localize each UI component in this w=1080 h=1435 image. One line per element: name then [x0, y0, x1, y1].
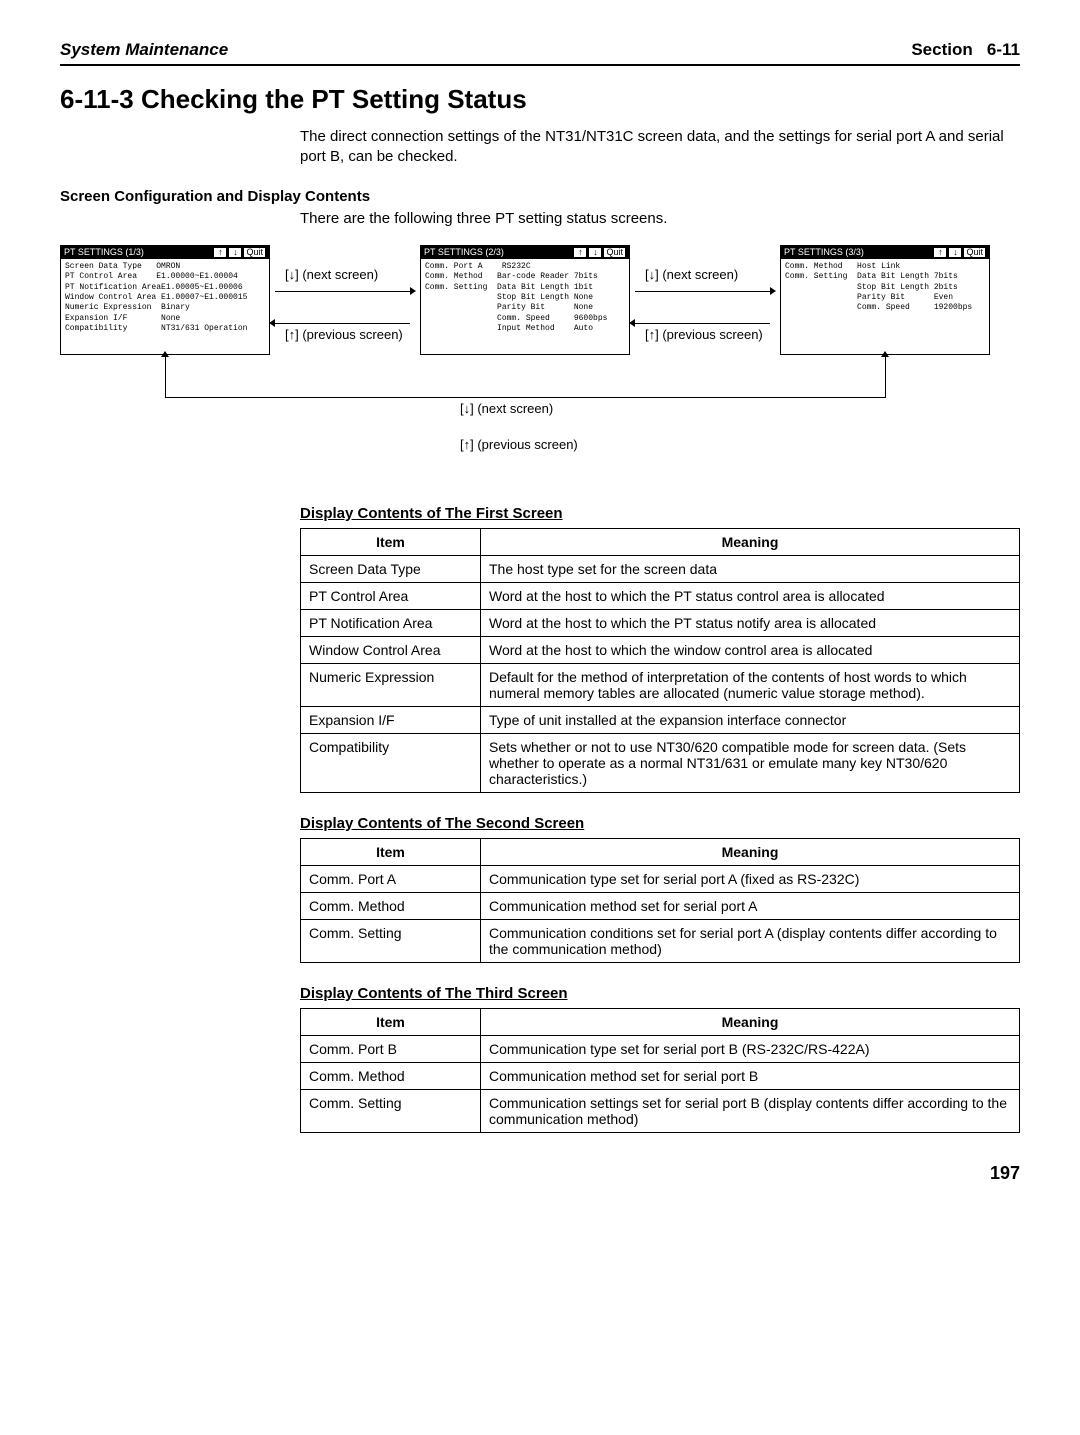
section-label: Section	[911, 40, 972, 59]
cell-item: Comm. Setting	[301, 919, 481, 962]
table-row: PT Notification AreaWord at the host to …	[301, 609, 1020, 636]
table-third: Item Meaning Comm. Port BCommunication t…	[300, 1008, 1020, 1133]
cell-meaning: Communication type set for serial port B…	[481, 1035, 1020, 1062]
cell-item: Comm. Port A	[301, 865, 481, 892]
table-row: Comm. MethodCommunication method set for…	[301, 892, 1020, 919]
table2-head-meaning: Meaning	[481, 838, 1020, 865]
cell-meaning: Word at the host to which the window con…	[481, 636, 1020, 663]
next-center-label: [↓] (next screen)	[460, 401, 553, 416]
screen-1: PT SETTINGS (1/3) ↑ ↓ Quit Screen Data T…	[60, 245, 270, 355]
cell-meaning: Default for the method of interpretation…	[481, 663, 1020, 706]
config-heading: Screen Configuration and Display Content…	[60, 188, 1020, 205]
up-arrow-icon[interactable]: ↑	[933, 247, 947, 258]
cell-item: Comm. Method	[301, 892, 481, 919]
bracket-v3	[885, 357, 886, 397]
table-row: Comm. Port ACommunication type set for s…	[301, 865, 1020, 892]
config-intro: There are the following three PT setting…	[300, 209, 1020, 229]
section-number: 6-11	[987, 40, 1020, 59]
table1-title: Display Contents of The First Screen	[300, 505, 1020, 522]
cell-item: PT Control Area	[301, 582, 481, 609]
table-row: Numeric ExpressionDefault for the method…	[301, 663, 1020, 706]
table3-title: Display Contents of The Third Screen	[300, 985, 1020, 1002]
quit-button[interactable]: Quit	[243, 247, 266, 258]
up-arrow-icon[interactable]: ↑	[573, 247, 587, 258]
screen2-body: Comm. Port A RS232C Comm. Method Bar-cod…	[421, 259, 629, 338]
cell-item: Window Control Area	[301, 636, 481, 663]
bracket-v1	[165, 357, 166, 397]
arrow-next-12	[275, 291, 410, 292]
cell-item: Comm. Port B	[301, 1035, 481, 1062]
table2-head-item: Item	[301, 838, 481, 865]
table-row: Comm. SettingCommunication settings set …	[301, 1089, 1020, 1132]
section-title: 6-11-3 Checking the PT Setting Status	[60, 84, 1020, 115]
cell-meaning: Communication settings set for serial po…	[481, 1089, 1020, 1132]
cell-meaning: Sets whether or not to use NT30/620 comp…	[481, 733, 1020, 792]
page-number: 197	[60, 1163, 1020, 1184]
screen2-title: PT SETTINGS (2/3)	[424, 247, 504, 257]
screen-3: PT SETTINGS (3/3) ↑ ↓ Quit Comm. Method …	[780, 245, 990, 355]
table-row: PT Control AreaWord at the host to which…	[301, 582, 1020, 609]
screen3-body: Comm. Method Host Link Comm. Setting Dat…	[781, 259, 989, 317]
prev-label-12: [↑] (previous screen)	[285, 327, 403, 342]
cell-meaning: Word at the host to which the PT status …	[481, 582, 1020, 609]
table-row: Comm. Port BCommunication type set for s…	[301, 1035, 1020, 1062]
cell-meaning: Word at the host to which the PT status …	[481, 609, 1020, 636]
table-row: Window Control AreaWord at the host to w…	[301, 636, 1020, 663]
table-first: Item Meaning Screen Data TypeThe host ty…	[300, 528, 1020, 793]
arrow-next-23	[635, 291, 770, 292]
header-right: Section 6-11	[911, 40, 1020, 60]
cell-meaning: Communication conditions set for serial …	[481, 919, 1020, 962]
bracket-h	[165, 397, 886, 398]
down-arrow-icon[interactable]: ↓	[588, 247, 602, 258]
cell-item: Comm. Setting	[301, 1089, 481, 1132]
page-header: System Maintenance Section 6-11	[60, 40, 1020, 66]
cell-item: Numeric Expression	[301, 663, 481, 706]
diagram: PT SETTINGS (1/3) ↑ ↓ Quit Screen Data T…	[60, 245, 1020, 475]
prev-center-label: [↑] (previous screen)	[460, 437, 578, 452]
cell-item: Compatibility	[301, 733, 481, 792]
arrow-prev-12	[275, 323, 410, 324]
table-second: Item Meaning Comm. Port ACommunication t…	[300, 838, 1020, 963]
table-row: Screen Data TypeThe host type set for th…	[301, 555, 1020, 582]
cell-item: Screen Data Type	[301, 555, 481, 582]
down-arrow-icon[interactable]: ↓	[948, 247, 962, 258]
table1-head-meaning: Meaning	[481, 528, 1020, 555]
arrow-prev-23	[635, 323, 770, 324]
header-left: System Maintenance	[60, 40, 228, 60]
table1-head-item: Item	[301, 528, 481, 555]
quit-button[interactable]: Quit	[603, 247, 626, 258]
screen1-title: PT SETTINGS (1/3)	[64, 247, 144, 257]
cell-item: PT Notification Area	[301, 609, 481, 636]
cell-meaning: Communication method set for serial port…	[481, 892, 1020, 919]
down-arrow-icon[interactable]: ↓	[228, 247, 242, 258]
next-label-12: [↓] (next screen)	[285, 267, 378, 282]
intro-para: The direct connection settings of the NT…	[300, 127, 1020, 168]
table-row: Comm. SettingCommunication conditions se…	[301, 919, 1020, 962]
up-arrow-icon[interactable]: ↑	[213, 247, 227, 258]
table-row: Comm. MethodCommunication method set for…	[301, 1062, 1020, 1089]
table-row: CompatibilitySets whether or not to use …	[301, 733, 1020, 792]
table2-title: Display Contents of The Second Screen	[300, 815, 1020, 832]
cell-meaning: The host type set for the screen data	[481, 555, 1020, 582]
cell-meaning: Communication type set for serial port A…	[481, 865, 1020, 892]
cell-item: Expansion I/F	[301, 706, 481, 733]
screen3-title: PT SETTINGS (3/3)	[784, 247, 864, 257]
quit-button[interactable]: Quit	[963, 247, 986, 258]
screen-2: PT SETTINGS (2/3) ↑ ↓ Quit Comm. Port A …	[420, 245, 630, 355]
cell-item: Comm. Method	[301, 1062, 481, 1089]
next-label-23: [↓] (next screen)	[645, 267, 738, 282]
prev-label-23: [↑] (previous screen)	[645, 327, 763, 342]
table-row: Expansion I/FType of unit installed at t…	[301, 706, 1020, 733]
screen1-body: Screen Data Type OMRON PT Control Area E…	[61, 259, 269, 338]
table3-head-item: Item	[301, 1008, 481, 1035]
table3-head-meaning: Meaning	[481, 1008, 1020, 1035]
cell-meaning: Type of unit installed at the expansion …	[481, 706, 1020, 733]
cell-meaning: Communication method set for serial port…	[481, 1062, 1020, 1089]
